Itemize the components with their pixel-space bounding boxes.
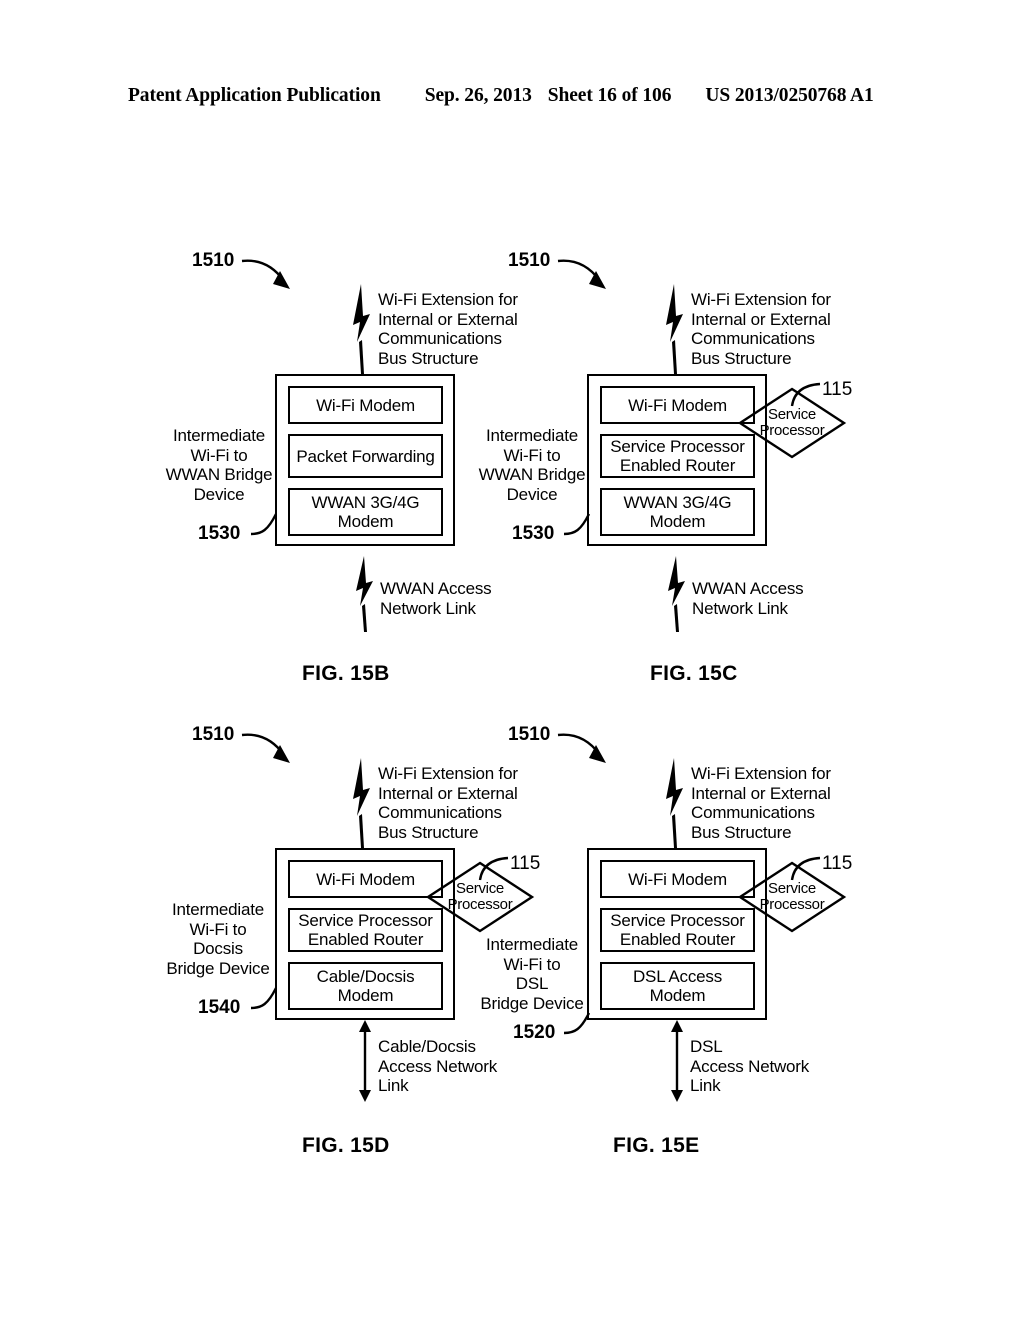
ref-1510-15d: 1510 — [192, 724, 235, 745]
ref-1520-leader-15e — [563, 1012, 591, 1035]
service-processor-line1-15e: Service — [768, 880, 816, 897]
caption-15c: FIG. 15C — [650, 662, 738, 685]
wifi-extension-label-15d: Wi-Fi Extension for Internal or External… — [378, 764, 518, 842]
publication-date: Sep. 26, 2013 — [424, 85, 532, 106]
module-service-processor-router-15c: Service Processor Enabled Router — [600, 434, 755, 478]
ref-1520-15e: 1520 — [513, 1022, 556, 1043]
ref-1510-arrow-15b — [241, 259, 290, 289]
cable-docsis-link-label-15d: Cable/Docsis Access Network Link — [378, 1037, 498, 1095]
ref-115-15d: 115 — [510, 853, 541, 874]
publication-title: Patent Application Publication — [128, 85, 381, 106]
module-service-processor-router-15e: Service Processor Enabled Router — [600, 908, 755, 952]
ref-115-leader-15d — [478, 856, 509, 881]
module-cable-docsis-modem-15d: Cable/Docsis Modem — [288, 962, 443, 1010]
service-processor-line2-15c: Processor — [759, 422, 825, 439]
ref-115-leader-15e — [790, 856, 821, 881]
service-processor-line1-15c: Service — [768, 406, 816, 423]
service-processor-line1-15d: Service — [456, 880, 504, 897]
module-packet-forwarding-15b: Packet Forwarding — [288, 434, 443, 478]
ref-1540-15d: 1540 — [198, 997, 241, 1018]
ref-1530-leader-15b — [250, 513, 278, 536]
wifi-extension-label-15b: Wi-Fi Extension for Internal or External… — [378, 290, 518, 368]
ref-1510-arrow-15e — [557, 733, 606, 763]
wifi-extension-link-icon-15e — [666, 758, 683, 848]
sheet-number: Sheet 16 of 106 — [547, 85, 672, 106]
wwan-access-link-label-15c: WWAN Access Network Link — [692, 579, 804, 618]
ref-1510-15b: 1510 — [192, 250, 235, 271]
module-service-processor-router-15d: Service Processor Enabled Router — [288, 908, 443, 952]
device-label-15e: Intermediate Wi-Fi to DSL Bridge Device — [480, 935, 584, 1013]
ref-1510-arrow-15c — [557, 259, 606, 289]
caption-15d: FIG. 15D — [302, 1134, 390, 1157]
caption-15b: FIG. 15B — [302, 662, 390, 685]
wifi-extension-label-15e: Wi-Fi Extension for Internal or External… — [691, 764, 831, 842]
wifi-extension-link-icon-15c — [666, 284, 683, 374]
device-label-15d: Intermediate Wi-Fi to Docsis Bridge Devi… — [166, 900, 270, 978]
ref-115-15c: 115 — [822, 379, 853, 400]
caption-15e: FIG. 15E — [613, 1134, 700, 1157]
wifi-extension-link-icon-15d — [353, 758, 370, 848]
ref-1510-arrow-15d — [241, 733, 290, 763]
dsl-access-link-arrow-15e — [671, 1020, 683, 1102]
module-wwan-modem-15b: WWAN 3G/4G Modem — [288, 488, 443, 536]
cable-docsis-link-arrow-15d — [359, 1020, 371, 1102]
device-label-15c: Intermediate Wi-Fi to WWAN Bridge Device — [478, 426, 586, 504]
service-processor-line2-15d: Processor — [447, 896, 513, 913]
device-label-15b: Intermediate Wi-Fi to WWAN Bridge Device — [165, 426, 273, 504]
module-wifi-modem-15b: Wi-Fi Modem — [288, 386, 443, 424]
wwan-access-link-icon-15b — [356, 556, 373, 632]
publication-header: Patent Application Publication Sep. 26, … — [128, 85, 896, 107]
wifi-extension-link-icon-15b — [353, 284, 370, 374]
wifi-extension-label-15c: Wi-Fi Extension for Internal or External… — [691, 290, 831, 368]
wwan-access-link-icon-15c — [668, 556, 685, 632]
module-wifi-modem-15d: Wi-Fi Modem — [288, 860, 443, 898]
module-dsl-access-modem-15e: DSL Access Modem — [600, 962, 755, 1010]
module-wifi-modem-15e: Wi-Fi Modem — [600, 860, 755, 898]
ref-1530-15c: 1530 — [512, 523, 555, 544]
ref-115-15e: 115 — [822, 853, 853, 874]
module-wwan-modem-15c: WWAN 3G/4G Modem — [600, 488, 755, 536]
publication-number: US 2013/0250768 A1 — [705, 85, 874, 106]
ref-1530-15b: 1530 — [198, 523, 241, 544]
ref-1510-15e: 1510 — [508, 724, 551, 745]
ref-1530-leader-15c — [563, 513, 591, 536]
dsl-access-link-label-15e: DSL Access Network Link — [690, 1037, 810, 1095]
ref-1540-leader-15d — [250, 987, 278, 1010]
ref-1510-15c: 1510 — [508, 250, 551, 271]
ref-115-leader-15c — [790, 382, 821, 407]
wwan-access-link-label-15b: WWAN Access Network Link — [380, 579, 492, 618]
service-processor-line2-15e: Processor — [759, 896, 825, 913]
module-wifi-modem-15c: Wi-Fi Modem — [600, 386, 755, 424]
